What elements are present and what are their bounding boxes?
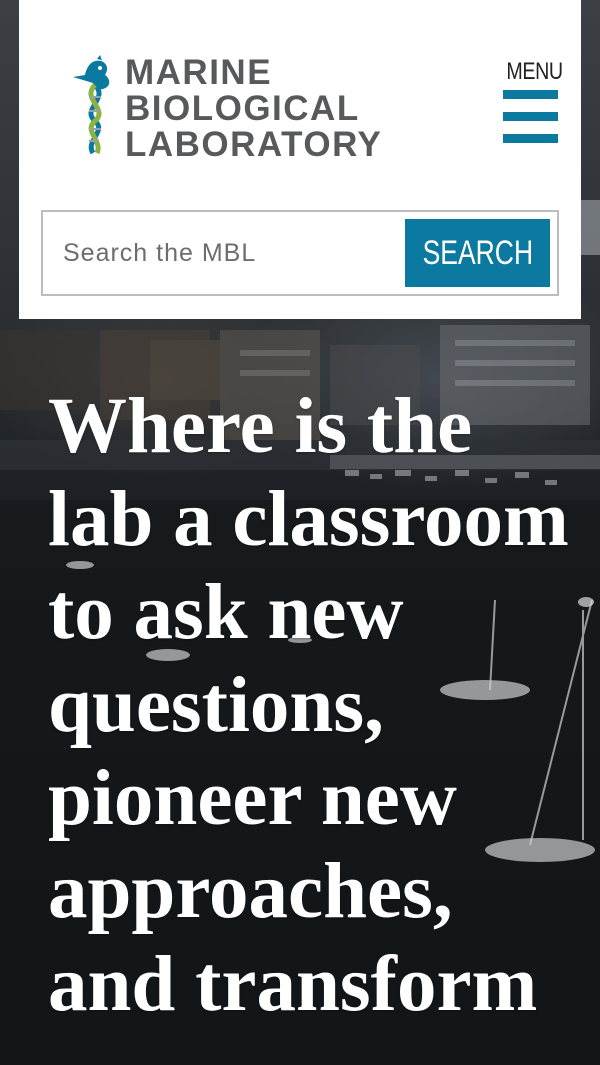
hero-headline: Where is the lab a classroom to ask new … — [48, 383, 569, 1028]
logo-line-2: BIOLOGICAL — [125, 89, 360, 128]
logo-wordmark: MARINE BIOLOGICAL LABORATORY — [125, 55, 382, 163]
search-button-label: SEARCH — [422, 233, 533, 272]
search-button[interactable]: SEARCH — [405, 219, 550, 287]
site-header: MARINE BIOLOGICAL LABORATORY MENU SEARCH — [19, 0, 581, 319]
menu-label: MENU — [506, 58, 563, 85]
menu-button[interactable]: MENU — [501, 58, 563, 150]
search-input[interactable] — [43, 212, 403, 294]
logo-line-3: LABORATORY — [125, 125, 383, 164]
seahorse-dna-icon — [73, 55, 110, 155]
logo-line-1: MARINE — [125, 53, 273, 92]
hamburger-icon — [503, 90, 558, 145]
search-form: SEARCH — [41, 210, 559, 296]
mbl-logo[interactable]: MARINE BIOLOGICAL LABORATORY — [67, 55, 407, 163]
